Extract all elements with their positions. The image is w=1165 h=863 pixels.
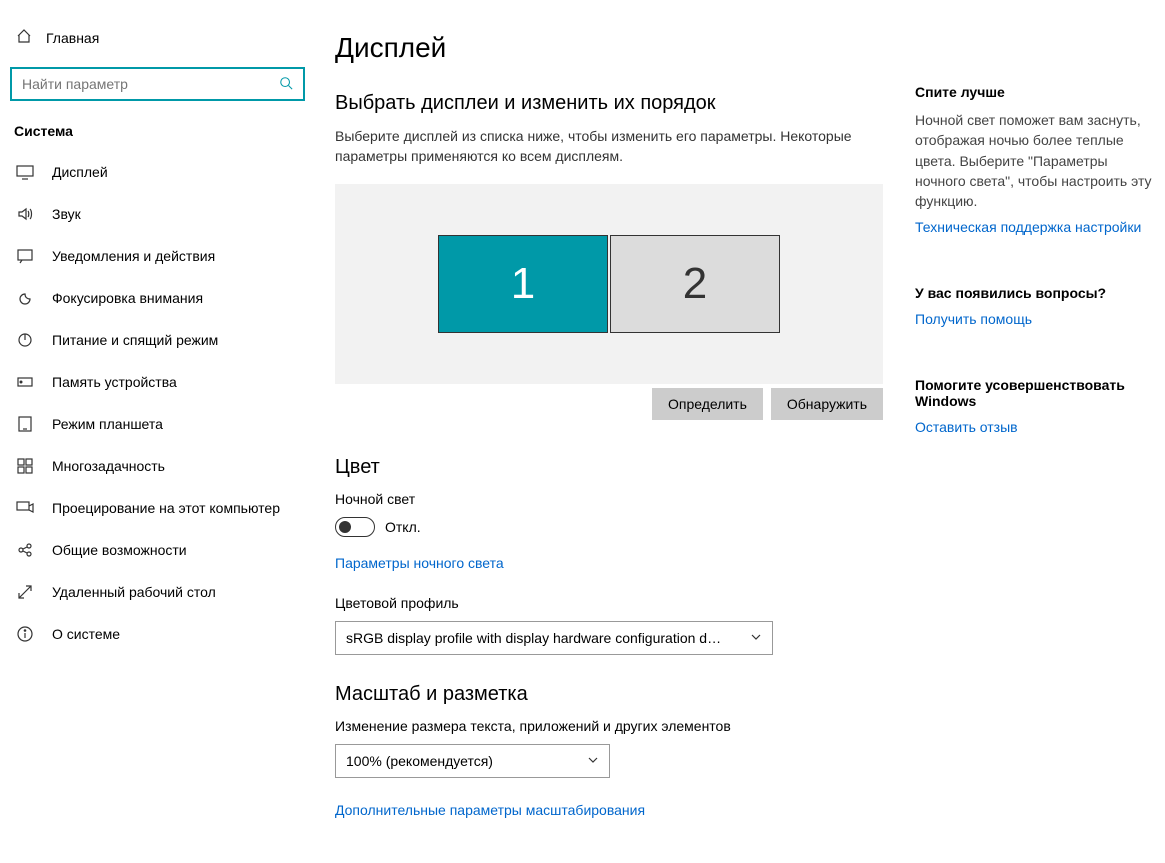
nav-label: Многозадачность <box>52 458 165 474</box>
night-light-toggle-row: Откл. <box>335 517 895 537</box>
nav-label: Проецирование на этот компьютер <box>52 500 280 516</box>
nav-focus[interactable]: Фокусировка внимания <box>10 277 305 319</box>
scale-select[interactable]: 100% (рекомендуется) <box>335 744 610 778</box>
color-profile-select[interactable]: sRGB display profile with display hardwa… <box>335 621 773 655</box>
tablet-icon <box>16 415 34 433</box>
arrange-desc: Выберите дисплей из списка ниже, чтобы и… <box>335 127 895 166</box>
nav-power[interactable]: Питание и спящий режим <box>10 319 305 361</box>
nav-label: Питание и спящий режим <box>52 332 218 348</box>
category-title: Система <box>14 123 305 139</box>
focus-icon <box>16 289 34 307</box>
search-box[interactable] <box>10 67 305 101</box>
sidebar: Главная Система Дисплей Звук Уведомления… <box>0 0 315 863</box>
chevron-down-icon <box>587 753 599 769</box>
rp-sleep: Спите лучше Ночной свет поможет вам засн… <box>915 84 1155 235</box>
nav-remote[interactable]: Удаленный рабочий стол <box>10 571 305 613</box>
nav-label: Режим планшета <box>52 416 163 432</box>
color-profile-label: Цветовой профиль <box>335 595 895 611</box>
monitor-2[interactable]: 2 <box>610 235 780 333</box>
rp-fb-title: Помогите усовершенствовать Windows <box>915 377 1155 409</box>
nav-sound[interactable]: Звук <box>10 193 305 235</box>
rp-questions: У вас появились вопросы? Получить помощь <box>915 285 1155 327</box>
scale-value: 100% (рекомендуется) <box>346 753 493 769</box>
nav-projecting[interactable]: Проецирование на этот компьютер <box>10 487 305 529</box>
power-icon <box>16 331 34 349</box>
nav-label: О системе <box>52 626 120 642</box>
nav-label: Уведомления и действия <box>52 248 215 264</box>
section-color: Цвет Ночной свет Откл. Параметры ночного… <box>335 456 895 655</box>
nav-tablet[interactable]: Режим планшета <box>10 403 305 445</box>
page-title: Дисплей <box>335 32 895 64</box>
night-light-label: Ночной свет <box>335 491 895 507</box>
rp-q-title: У вас появились вопросы? <box>915 285 1155 301</box>
about-icon <box>16 625 34 643</box>
project-icon <box>16 499 34 517</box>
nav-about[interactable]: О системе <box>10 613 305 655</box>
rp-sleep-title: Спите лучше <box>915 84 1155 100</box>
nav-label: Общие возможности <box>52 542 187 558</box>
rp-sleep-text: Ночной свет поможет вам заснуть, отображ… <box>915 110 1155 211</box>
nav-multitask[interactable]: Многозадачность <box>10 445 305 487</box>
nav-label: Память устройства <box>52 374 177 390</box>
rp-q-link[interactable]: Получить помощь <box>915 311 1032 327</box>
rp-fb-link[interactable]: Оставить отзыв <box>915 419 1018 435</box>
night-light-settings-link[interactable]: Параметры ночного света <box>335 555 504 571</box>
chevron-down-icon <box>750 630 762 646</box>
nav-label: Дисплей <box>52 164 108 180</box>
section-scale: Масштаб и разметка Изменение размера тек… <box>335 683 895 818</box>
toggle-state-label: Откл. <box>385 519 421 535</box>
monitor-1[interactable]: 1 <box>438 235 608 333</box>
remote-icon <box>16 583 34 601</box>
main: Дисплей Выбрать дисплеи и изменить их по… <box>315 0 1165 863</box>
home-icon <box>16 28 32 47</box>
search-input[interactable] <box>22 76 279 92</box>
storage-icon <box>16 373 34 391</box>
nav-label: Удаленный рабочий стол <box>52 584 216 600</box>
color-profile-value: sRGB display profile with display hardwa… <box>346 630 721 646</box>
content: Дисплей Выбрать дисплеи и изменить их по… <box>335 32 895 863</box>
nav-home[interactable]: Главная <box>10 20 305 55</box>
rp-feedback: Помогите усовершенствовать Windows Остав… <box>915 377 1155 435</box>
scale-heading: Масштаб и разметка <box>335 683 895 706</box>
nav-notifications[interactable]: Уведомления и действия <box>10 235 305 277</box>
sound-icon <box>16 205 34 223</box>
search-icon <box>279 76 293 93</box>
identify-button[interactable]: Определить <box>652 388 763 420</box>
nav-label: Звук <box>52 206 81 222</box>
scale-label: Изменение размера текста, приложений и д… <box>335 718 895 734</box>
notifications-icon <box>16 247 34 265</box>
multitask-icon <box>16 457 34 475</box>
display-icon <box>16 163 34 181</box>
display-arrange-area[interactable]: 1 2 <box>335 184 883 384</box>
right-panel: Спите лучше Ночной свет поможет вам засн… <box>895 32 1155 863</box>
nav-display[interactable]: Дисплей <box>10 151 305 193</box>
nav-home-label: Главная <box>46 30 99 46</box>
arrange-heading: Выбрать дисплеи и изменить их порядок <box>335 92 895 115</box>
nav-shared[interactable]: Общие возможности <box>10 529 305 571</box>
nav-storage[interactable]: Память устройства <box>10 361 305 403</box>
shared-icon <box>16 541 34 559</box>
arrange-buttons: Определить Обнаружить <box>335 388 883 420</box>
nav-label: Фокусировка внимания <box>52 290 203 306</box>
color-heading: Цвет <box>335 456 895 479</box>
detect-button[interactable]: Обнаружить <box>771 388 883 420</box>
section-arrange: Выбрать дисплеи и изменить их порядок Вы… <box>335 92 895 420</box>
advanced-scale-link[interactable]: Дополнительные параметры масштабирования <box>335 802 645 818</box>
night-light-toggle[interactable] <box>335 517 375 537</box>
rp-sleep-link[interactable]: Техническая поддержка настройки <box>915 219 1141 235</box>
